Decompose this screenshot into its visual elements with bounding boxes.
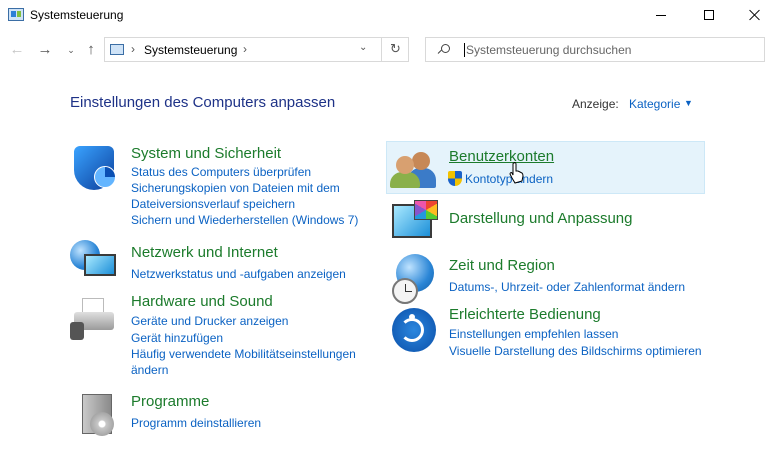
close-button[interactable] [732, 0, 775, 30]
programs-box-icon[interactable] [76, 390, 124, 438]
category-user-accounts[interactable]: Benutzerkonten [449, 148, 554, 165]
search-input[interactable]: Systemsteuerung durchsuchen [425, 37, 765, 62]
address-bar[interactable]: › Systemsteuerung › ⌄ [104, 37, 409, 62]
title-bar: Systemsteuerung [0, 0, 775, 30]
network-globe-icon[interactable] [70, 238, 118, 286]
page-title: Einstellungen des Computers anpassen [70, 94, 336, 111]
category-programs[interactable]: Programme [131, 393, 209, 410]
chevron-right-icon[interactable]: › [243, 42, 247, 56]
category-network-internet[interactable]: Netzwerk und Internet [131, 244, 278, 261]
back-button[interactable]: ← [8, 41, 26, 59]
link-add-device[interactable]: Gerät hinzufügen [131, 330, 223, 346]
dropdown-arrow-icon[interactable]: ▼ [684, 98, 693, 108]
chevron-right-icon[interactable]: › [131, 42, 135, 56]
chevron-down-icon[interactable]: ⌄ [359, 42, 367, 53]
breadcrumb-systemsteuerung[interactable]: Systemsteuerung [144, 43, 237, 57]
control-panel-icon [110, 44, 124, 55]
recent-locations-button[interactable]: ⌄ [62, 41, 80, 59]
uac-shield-icon [448, 171, 462, 186]
category-ease-of-access[interactable]: Erleichterte Bedienung [449, 306, 601, 323]
control-panel-icon [8, 8, 24, 21]
close-icon [749, 9, 761, 21]
minimize-icon [656, 14, 666, 16]
shield-icon[interactable] [72, 146, 120, 194]
text-caret [464, 43, 465, 57]
display-palette-icon[interactable] [392, 200, 440, 248]
accessibility-icon[interactable] [390, 308, 438, 356]
link-mobility-settings-cont[interactable]: ändern [131, 362, 168, 378]
refresh-button[interactable]: ↻ [381, 37, 409, 62]
search-placeholder: Systemsteuerung durchsuchen [466, 43, 632, 57]
link-backup-files-cont[interactable]: Dateiversionsverlauf speichern [131, 196, 295, 212]
maximize-icon [704, 10, 714, 20]
view-by-dropdown[interactable]: Kategorie [629, 97, 680, 111]
link-backup-files[interactable]: Sicherungskopien von Dateien mit dem [131, 180, 340, 196]
view-by-label: Anzeige: [572, 97, 619, 111]
forward-button[interactable]: → [36, 41, 54, 59]
link-optimize-display[interactable]: Visuelle Darstellung des Bildschirms opt… [449, 343, 702, 359]
window-title: Systemsteuerung [30, 8, 124, 22]
link-uninstall-program[interactable]: Programm deinstallieren [131, 415, 261, 431]
category-hardware-sound[interactable]: Hardware und Sound [131, 293, 273, 310]
navigation-bar: ← → ⌄ ↑ › Systemsteuerung › ⌄ ↻ Systemst… [0, 30, 775, 70]
link-mobility-settings[interactable]: Häufig verwendete Mobilitätseinstellunge… [131, 346, 356, 362]
up-button[interactable]: ↑ [82, 41, 100, 59]
category-clock-region[interactable]: Zeit und Region [449, 257, 555, 274]
users-icon[interactable] [390, 148, 438, 196]
link-date-time-format[interactable]: Datums-, Uhrzeit- oder Zahlenformat ände… [449, 279, 685, 295]
link-recommend-settings[interactable]: Einstellungen empfehlen lassen [449, 326, 618, 342]
search-icon [438, 44, 450, 55]
link-network-status[interactable]: Netzwerkstatus und -aufgaben anzeigen [131, 266, 346, 282]
category-appearance-personalization[interactable]: Darstellung und Anpassung [449, 210, 632, 227]
globe-clock-icon[interactable] [388, 254, 436, 304]
link-check-status[interactable]: Status des Computers überprüfen [131, 164, 311, 180]
printer-speaker-icon[interactable] [70, 292, 118, 340]
hand-cursor-icon [509, 162, 524, 184]
link-backup-restore[interactable]: Sichern und Wiederherstellen (Windows 7) [131, 212, 358, 228]
maximize-button[interactable] [686, 0, 732, 30]
link-devices-printers[interactable]: Geräte und Drucker anzeigen [131, 313, 288, 329]
minimize-button[interactable] [638, 0, 684, 30]
category-system-security[interactable]: System und Sicherheit [131, 145, 281, 162]
